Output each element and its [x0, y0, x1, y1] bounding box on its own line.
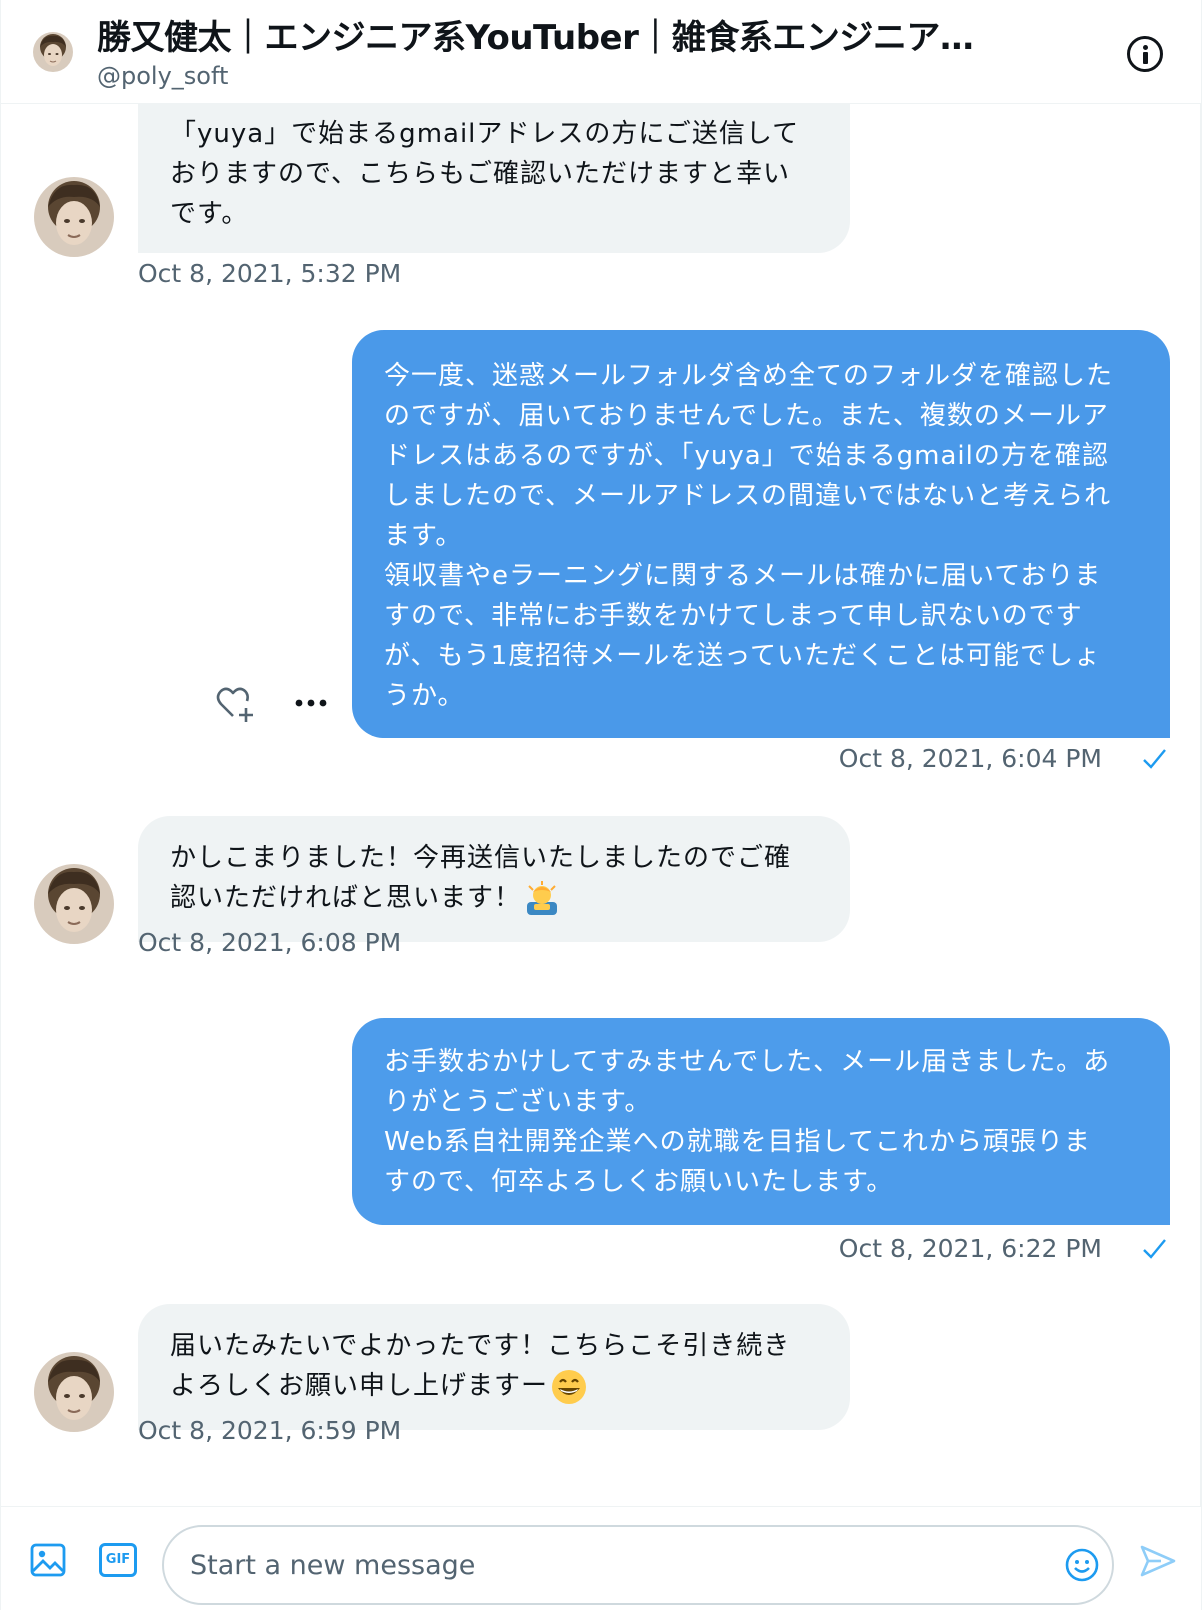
info-dot — [1143, 45, 1148, 50]
message-composer: GIF — [1, 1506, 1201, 1610]
conversation-title[interactable]: 勝又健太｜エンジニア系YouTuber｜雑食系エンジニア… — [97, 14, 1057, 62]
message-bubble-outgoing[interactable]: お手数おかけしてすみませんでした、メール届きました。あ りがとうございます。 W… — [352, 1018, 1170, 1225]
heart-plus-icon[interactable] — [213, 682, 257, 726]
message-text: かしこまりました！今再送信いたしましたのでご確 認いただければと思います！ — [170, 843, 792, 913]
message-timestamp: Oct 8, 2021, 6:04 PM — [838, 744, 1102, 773]
message-timestamp: Oct 8, 2021, 6:22 PM — [838, 1234, 1102, 1263]
smiley-icon[interactable] — [1064, 1547, 1100, 1583]
message-bubble-outgoing[interactable]: 今一度、迷惑メールフォルダ含め全てのフォルダを確認した のですが、届いておりませ… — [352, 330, 1170, 738]
conversation-header: 勝又健太｜エンジニア系YouTuber｜雑食系エンジニア… @poly_soft — [1, 0, 1201, 104]
conversation-handle: @poly_soft — [97, 62, 229, 90]
header-avatar[interactable] — [33, 32, 73, 72]
message-input[interactable] — [190, 1541, 1010, 1589]
message-bubble-incoming[interactable]: 届いたみたいでよかったです！こちらこそ引き続き よろしくお願い申し上げますー — [138, 1304, 850, 1430]
message-bubble-incoming[interactable]: かしこまりました！今再送信いたしましたのでご確 認いただければと思います！ — [138, 816, 850, 942]
message-timestamp: Oct 8, 2021, 6:59 PM — [138, 1416, 402, 1445]
more-horizontal-icon[interactable] — [291, 690, 331, 716]
gif-button[interactable]: GIF — [99, 1543, 137, 1577]
check-icon — [1141, 1236, 1167, 1262]
person-bowing-emoji — [523, 880, 561, 918]
message-timestamp: Oct 8, 2021, 6:08 PM — [138, 928, 402, 957]
message-input-wrapper — [162, 1525, 1114, 1605]
message-timestamp: Oct 8, 2021, 5:32 PM — [138, 259, 402, 288]
grinning-face-emoji — [550, 1368, 588, 1406]
info-circle-icon[interactable] — [1127, 36, 1163, 72]
message-text: 届いたみたいでよかったです！こちらこそ引き続き よろしくお願い申し上げますー — [170, 1331, 791, 1401]
dm-conversation: 勝又健太｜エンジニア系YouTuber｜雑食系エンジニア… @poly_soft… — [0, 0, 1202, 1610]
check-icon — [1141, 746, 1167, 772]
sender-avatar[interactable] — [34, 177, 114, 257]
message-bubble-incoming[interactable]: 「yuya」で始まるgmailアドレスの方にご送信して おりますので、こちらもご… — [138, 104, 850, 253]
sender-avatar[interactable] — [34, 1352, 114, 1432]
info-bar — [1143, 52, 1148, 64]
send-icon[interactable] — [1139, 1543, 1177, 1579]
sender-avatar[interactable] — [34, 864, 114, 944]
image-icon[interactable] — [29, 1541, 67, 1579]
